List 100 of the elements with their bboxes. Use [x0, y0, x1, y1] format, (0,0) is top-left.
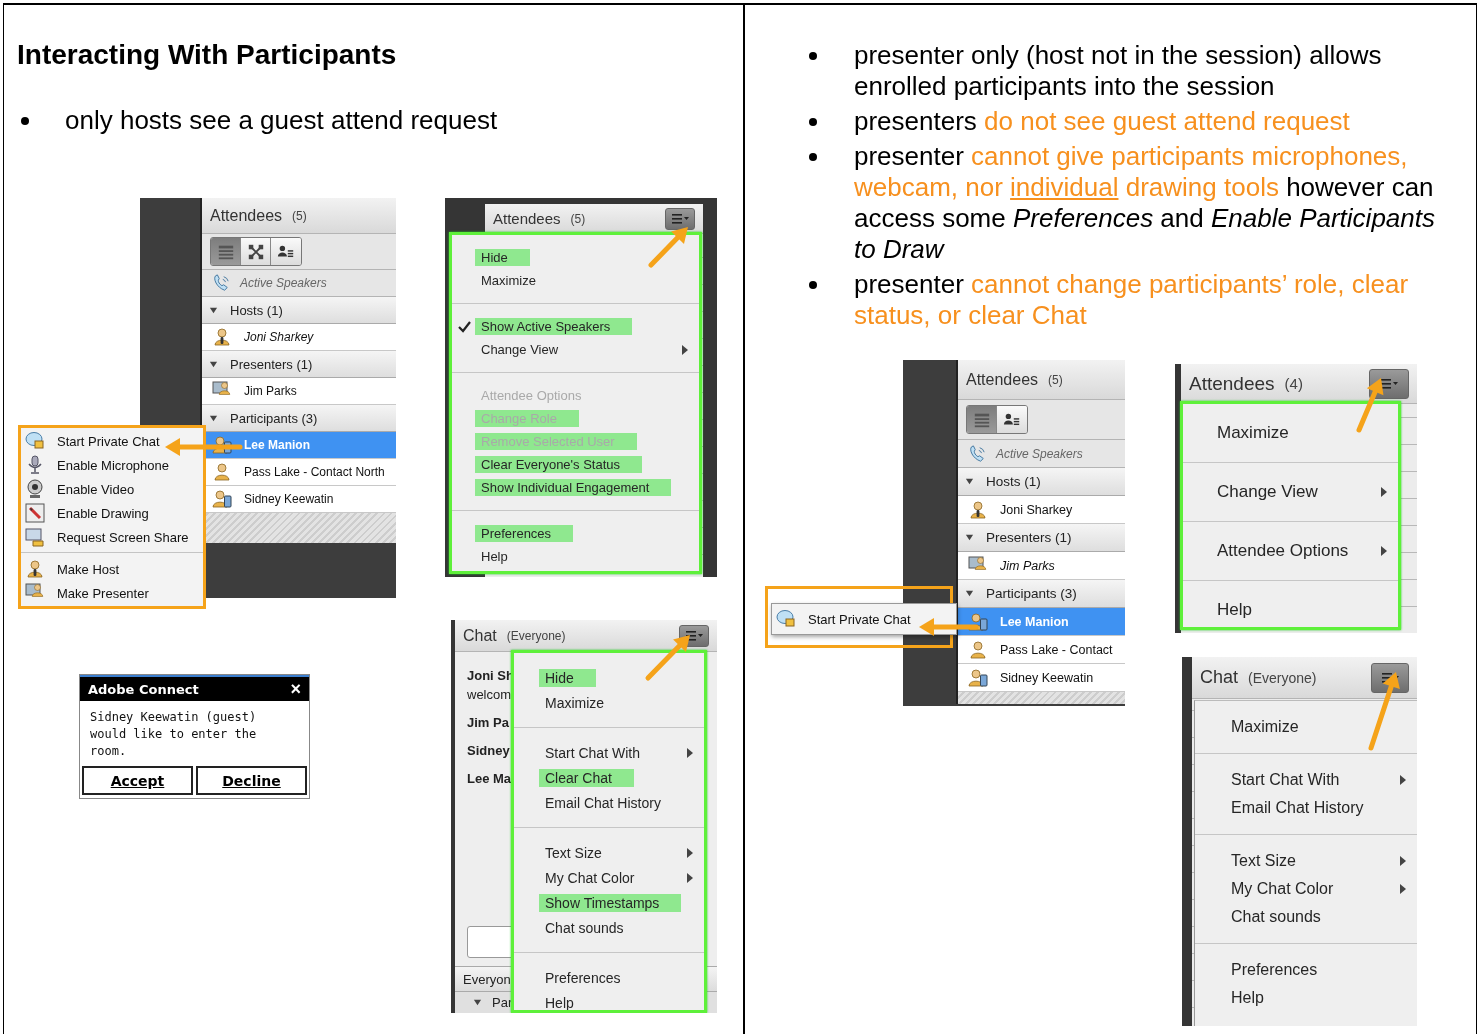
menu-item[interactable]: Make Host [21, 557, 203, 581]
expand-triangle-icon[interactable] [209, 413, 218, 423]
attendee-row[interactable]: Joni Sharkey [958, 496, 1125, 524]
pod-title: Chat [463, 626, 497, 645]
menu-item[interactable]: Help [1183, 595, 1398, 625]
menu-item[interactable]: Maximize [452, 269, 699, 292]
menu-item[interactable]: Clear Chat [514, 765, 704, 790]
menu-item[interactable]: Text Size [514, 840, 704, 865]
bullet-text: presenter cannot change participants’ role, clear status, or clear Chat [854, 269, 1410, 331]
webcam-icon [25, 479, 45, 499]
menu-item[interactable]: Start Chat With [1195, 766, 1417, 794]
group-header[interactable]: Participants (3) [202, 405, 396, 432]
menu-item[interactable]: Show Active Speakers [452, 315, 699, 338]
submenu-arrow-icon [1399, 774, 1407, 786]
attendee-name: Joni Sharkey [244, 330, 314, 344]
dialog-title: Adobe Connect [88, 681, 199, 697]
network-icon [246, 242, 265, 261]
menu-item[interactable]: Enable Video [21, 477, 203, 501]
menu-item[interactable]: Attendee Options [1183, 536, 1398, 566]
section-heading: Interacting With Participants [17, 38, 398, 72]
menu-item[interactable]: Enable Microphone [21, 453, 203, 477]
menu-item[interactable]: Request Screen Share [21, 525, 203, 549]
bullet-text: presenters do not see guest attend request [854, 106, 1351, 137]
menu-item[interactable]: Maximize [1183, 418, 1398, 448]
group-header[interactable]: Participants (3) [958, 580, 1125, 608]
menu-item[interactable]: Make Presenter [21, 581, 203, 605]
menu-item[interactable]: My Chat Color [1195, 875, 1417, 903]
menu-item[interactable]: Help [1195, 984, 1417, 1012]
menu-item[interactable]: Preferences [1195, 956, 1417, 984]
pod-title: Attendees [493, 210, 561, 227]
group-header[interactable]: Presenters (1) [202, 351, 396, 378]
person-icon [212, 462, 232, 482]
submenu-arrow-icon [686, 871, 694, 884]
dialog-button[interactable]: Accept [82, 766, 193, 795]
attendee-name: Sidney Keewatin [1000, 670, 1094, 685]
menu-item[interactable]: Start Private Chat [772, 607, 956, 631]
submenu-arrow-icon [686, 846, 694, 859]
menu-icon [1380, 378, 1398, 389]
group-header[interactable]: Hosts (1) [958, 468, 1125, 496]
attendee-name: Sidney Keewatin [244, 492, 334, 506]
menu-item[interactable]: My Chat Color [514, 865, 704, 890]
attendee-row[interactable]: Jim Parks [202, 378, 396, 405]
chat-scope: (Everyone) [1248, 669, 1317, 686]
menu-item[interactable]: Email Chat History [514, 790, 704, 815]
menu-item[interactable]: Hide [452, 246, 699, 269]
menu-item[interactable]: Chat sounds [514, 915, 704, 940]
sender-name: Sidney [467, 742, 510, 760]
expand-triangle-icon[interactable] [209, 305, 218, 315]
chat-bubble-icon [776, 609, 796, 629]
attendee-row[interactable]: Joni Sharkey [202, 324, 396, 351]
view-toggle-button[interactable] [997, 406, 1027, 433]
pod-title: Attendees [966, 370, 1039, 389]
view-toggle-button[interactable] [271, 238, 301, 265]
phone-icon [968, 444, 986, 463]
bullet-icon [809, 280, 817, 289]
attendee-row[interactable]: Jim Parks [958, 552, 1125, 580]
submenu-arrow-icon [1380, 545, 1388, 557]
pod-title: Chat [1200, 667, 1239, 688]
attendee-count: (4) [1284, 375, 1303, 392]
submenu-arrow-icon [681, 343, 689, 356]
submenu-arrow-icon [1399, 883, 1407, 895]
view-toggle-button[interactable] [967, 406, 997, 433]
close-button[interactable]: × [290, 680, 301, 698]
expand-triangle-icon[interactable] [965, 533, 974, 542]
attendee-name: Pass Lake - Contact [1000, 642, 1113, 657]
menu-item[interactable]: Enable Drawing [21, 501, 203, 525]
menu-item[interactable]: Help [452, 545, 699, 568]
bullet-text: only hosts see a guest attend request [65, 105, 499, 136]
person-icon [968, 639, 988, 660]
expand-triangle-icon[interactable] [965, 589, 974, 598]
dialog-button[interactable]: Decline [196, 766, 307, 795]
menu-item[interactable]: Chat sounds [1195, 903, 1417, 931]
menu-item[interactable]: Preferences [514, 965, 704, 990]
view-toggle-button[interactable] [241, 238, 271, 265]
attendee-row[interactable]: Sidney Keewatin [958, 664, 1125, 692]
annotation-arrow [648, 227, 688, 268]
person-with-phone-icon [212, 489, 232, 509]
menu-item[interactable]: Maximize [514, 690, 704, 715]
menu-item[interactable]: Change View [452, 338, 699, 361]
menu-item[interactable]: Hide [514, 665, 704, 690]
view-toggle-button[interactable] [211, 238, 241, 265]
sender-name: Jim Pa [467, 714, 509, 732]
menu-item[interactable]: Change View [1183, 477, 1398, 507]
menu-item[interactable]: Email Chat History [1195, 794, 1417, 822]
annotation-arrow [645, 635, 690, 681]
menu-button[interactable] [665, 207, 695, 230]
person-with-phone-icon [968, 667, 988, 688]
expand-triangle-icon[interactable] [473, 998, 482, 1007]
expand-triangle-icon[interactable] [965, 477, 974, 486]
group-header[interactable]: Hosts (1) [202, 297, 396, 324]
attendee-row[interactable]: Pass Lake - Contact [958, 636, 1125, 664]
group-header[interactable]: Presenters (1) [958, 524, 1125, 552]
menu-item[interactable]: Help [514, 990, 704, 1010]
menu-item[interactable]: Text Size [1195, 847, 1417, 875]
menu-item[interactable]: Preferences [452, 522, 699, 545]
menu-item[interactable]: Start Chat With [514, 740, 704, 765]
menu-item[interactable]: Start Private Chat [21, 429, 203, 453]
menu-item[interactable]: Maximize [1195, 713, 1417, 741]
expand-triangle-icon[interactable] [209, 359, 218, 369]
attendee-name: Jim Parks [244, 384, 297, 398]
